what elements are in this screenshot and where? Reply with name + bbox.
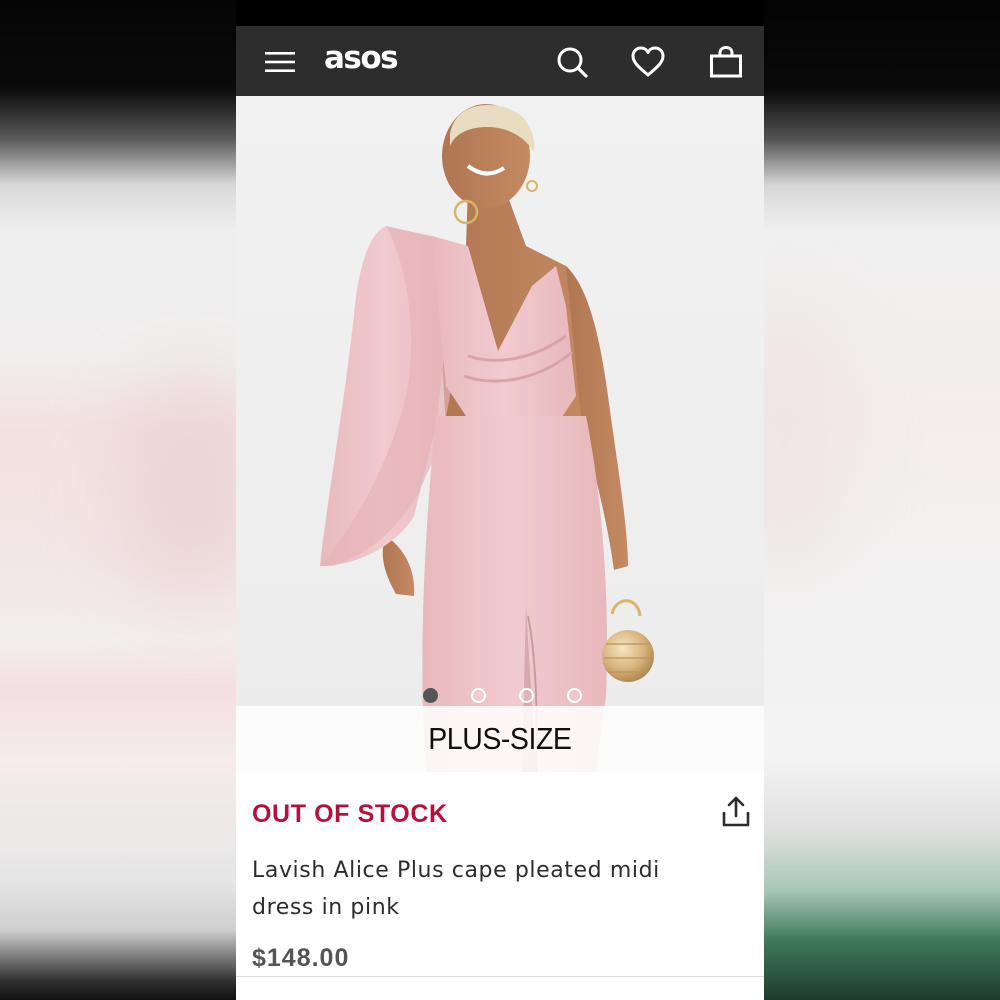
plus-size-label: PLUS-SIZE <box>428 721 572 756</box>
share-icon <box>722 796 750 827</box>
app-header: asos <box>236 26 764 96</box>
search-button[interactable] <box>552 42 592 82</box>
menu-icon <box>265 52 295 72</box>
divider <box>236 976 764 977</box>
product-image-gallery[interactable]: PLUS-SIZE <box>236 96 764 772</box>
product-photo <box>236 96 764 772</box>
share-button[interactable] <box>718 794 754 830</box>
gallery-dot-2[interactable] <box>470 688 486 703</box>
product-price: $148.00 <box>252 944 350 972</box>
backdrop-left <box>0 0 236 1000</box>
phone-screen: asos PLUS-SIZE OUT OF STOCK Lavish Alice… <box>236 0 764 1000</box>
saved-items-button[interactable] <box>628 42 668 82</box>
bag-button[interactable] <box>706 42 746 82</box>
heart-icon <box>631 46 665 77</box>
search-icon <box>557 47 588 78</box>
stock-status: OUT OF STOCK <box>252 800 448 828</box>
gallery-dot-3[interactable] <box>518 688 534 703</box>
gallery-pagination <box>236 688 764 703</box>
gallery-dot-1[interactable] <box>422 688 438 703</box>
status-bar <box>236 0 764 26</box>
plus-size-banner: PLUS-SIZE <box>236 706 764 772</box>
gallery-dot-4[interactable] <box>566 688 582 703</box>
product-info: OUT OF STOCK Lavish Alice Plus cape plea… <box>236 772 764 1000</box>
backdrop-right <box>764 0 1000 1000</box>
bag-icon <box>710 45 742 78</box>
menu-button[interactable] <box>260 42 300 82</box>
asos-logo[interactable]: asos <box>324 38 399 78</box>
product-title: Lavish Alice Plus cape pleated midi dres… <box>252 858 660 920</box>
